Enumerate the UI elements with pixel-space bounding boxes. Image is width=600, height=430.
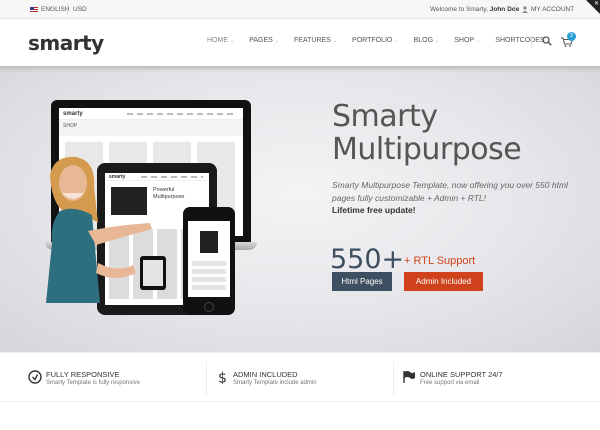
features-bar: FULLY RESPONSIVE Smarty Template is full…	[0, 352, 600, 402]
hero-title-line2: Multipurpose	[332, 132, 522, 167]
chevron-down-icon: ⌄	[435, 37, 440, 44]
nav-item-blog[interactable]: BLOG ⌄	[414, 37, 440, 44]
close-corner-icon: ✕	[593, 1, 599, 7]
admin-included-badge: Admin Included	[404, 272, 483, 291]
nav-item-label: PAGES	[249, 37, 273, 44]
nav-item-label: HOME	[207, 37, 228, 44]
divider	[515, 4, 516, 15]
chevron-down-icon: ⌄	[476, 37, 481, 44]
phone-mockup	[183, 207, 235, 315]
nav-item-pages[interactable]: PAGES ⌄	[249, 37, 279, 44]
nav-item-label: PORTFOLIO	[352, 37, 393, 44]
language-label: ENGLISH	[41, 6, 70, 13]
laptop-screen-page-label: SHOP	[63, 123, 78, 129]
nav-item-features[interactable]: FEATURES ⌄	[294, 37, 337, 44]
hero-title-line1: Smarty	[332, 99, 438, 134]
html-pages-badge: Html Pages	[332, 272, 392, 291]
hero-description: Smarty Multipurpose Template, now offeri…	[332, 180, 568, 203]
phone-home-button	[204, 302, 214, 312]
feature-subtitle: Free support via email	[420, 380, 480, 386]
nav-item-label: FEATURES	[294, 37, 331, 44]
nav-item-label: SHORTCODES	[495, 37, 545, 44]
chevron-down-icon: ⌄	[394, 37, 399, 44]
divider	[531, 36, 532, 48]
divider	[206, 361, 207, 395]
svg-text:$: $	[218, 371, 227, 385]
small-tablet-screen	[143, 260, 163, 286]
small-tablet-mockup	[140, 256, 166, 290]
chevron-down-icon: ⌄	[274, 37, 280, 44]
site-logo[interactable]: smarty	[28, 31, 104, 55]
cart-count-badge: 2	[567, 32, 576, 41]
feature-subtitle: Smarty Template include admin	[233, 380, 317, 386]
laptop-screen-logo: smarty	[63, 111, 83, 117]
laptop-screen-nav	[126, 113, 237, 115]
laptop-screen-pagetitle: SHOP	[59, 120, 243, 136]
feature-title: ONLINE SUPPORT 24/7	[420, 370, 503, 379]
chevron-down-icon: ⌄	[230, 37, 235, 44]
currency-selector[interactable]: USD	[73, 6, 87, 13]
search-icon[interactable]	[542, 36, 552, 46]
pages-count: 550+	[330, 244, 405, 275]
feature-subtitle: Smarty Template is fully responsive	[46, 380, 140, 386]
chevron-down-icon: ⌄	[332, 37, 338, 44]
us-flag-icon	[30, 6, 38, 13]
nav-item-portfolio[interactable]: PORTFOLIO ⌄	[352, 37, 399, 44]
my-account-link[interactable]: MY ACCOUNT	[522, 6, 574, 13]
divider	[67, 4, 68, 15]
responsive-icon	[28, 370, 42, 384]
phone-screen-list	[192, 261, 226, 291]
rtl-support-label: + RTL Support	[404, 255, 476, 267]
main-nav: HOME ⌄ PAGES ⌄ FEATURES ⌄ PORTFOLIO ⌄ BLOG ⌄ …	[207, 37, 566, 44]
phone-screen	[188, 221, 230, 297]
divider	[393, 361, 394, 395]
welcome-prefix: Welcome to Smarty,	[430, 6, 488, 13]
my-account-label: MY ACCOUNT	[531, 6, 575, 13]
language-selector[interactable]: ENGLISH	[30, 6, 70, 13]
nav-item-shop[interactable]: SHOP ⌄	[454, 37, 480, 44]
welcome-text: Welcome to Smarty, John Doe	[430, 6, 519, 13]
top-bar: ENGLISH USD Welcome to Smarty, John Doe …	[0, 0, 600, 19]
feature-title: ADMIN INCLUDED	[233, 370, 298, 379]
dollar-icon: $	[218, 371, 227, 385]
user-icon	[522, 6, 528, 13]
phone-screen-image	[200, 231, 218, 253]
nav-item-home[interactable]: HOME ⌄	[207, 37, 234, 44]
header-shadow	[0, 66, 600, 72]
main-header: smarty HOME ⌄ PAGES ⌄ FEATURES ⌄ PORTFOLIO ⌄…	[0, 20, 600, 66]
flag-icon	[403, 371, 415, 383]
hero-slider: smarty SHOP smarty Powerful Multipurpose	[0, 66, 600, 352]
hero-lifetime-update: Lifetime free update!	[332, 205, 416, 215]
nav-item-label: SHOP	[454, 37, 475, 44]
laptop-screen-header: smarty	[59, 108, 243, 120]
feature-title: FULLY RESPONSIVE	[46, 370, 120, 379]
hero-title: Smarty Multipurpose	[332, 99, 522, 167]
nav-item-label: BLOG	[413, 37, 434, 44]
